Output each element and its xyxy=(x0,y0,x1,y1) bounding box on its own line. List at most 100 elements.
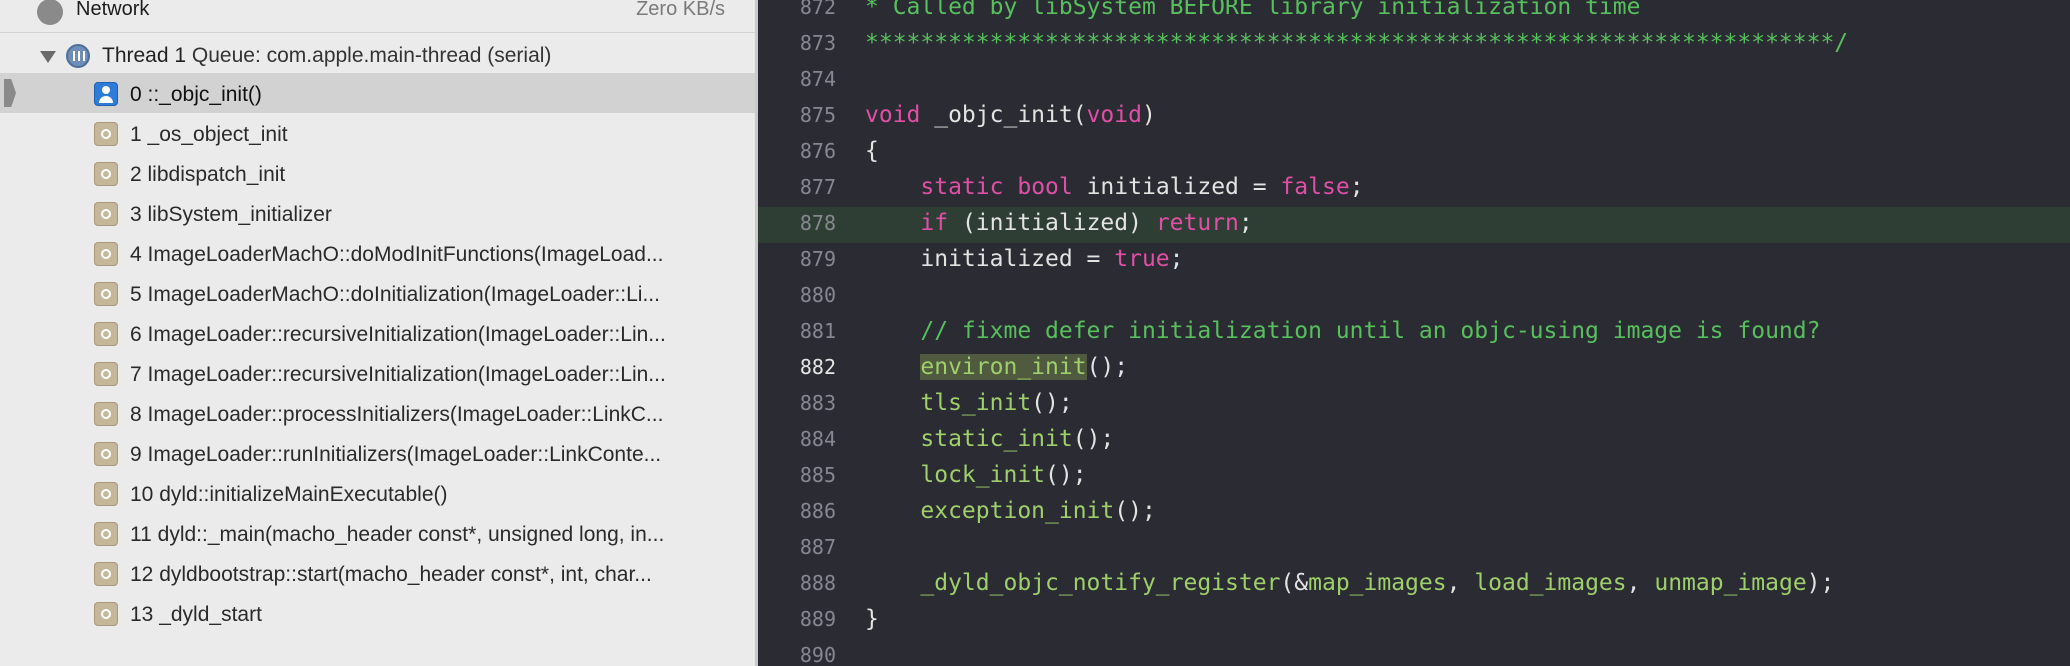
line-number: 885 xyxy=(799,463,836,487)
code-line: 888 _dyld_objc_notify_register(&map_imag… xyxy=(758,567,2070,603)
keyword-token: void xyxy=(865,102,921,128)
code-line: 872 * Called by libSystem BEFORE library… xyxy=(758,0,2070,27)
stack-frame-13[interactable]: 13 _dyld_start xyxy=(0,593,755,633)
gear-icon xyxy=(94,242,118,266)
thread-name: Thread 1 xyxy=(102,44,187,67)
code-token: (& xyxy=(1280,570,1309,596)
stack-frame-label: 8 ImageLoader::processInitializers(Image… xyxy=(130,403,664,426)
stack-frame-label: 0 ::_objc_init() xyxy=(130,83,262,106)
stack-frame-label: 12 dyldbootstrap::start(macho_header con… xyxy=(130,563,652,586)
line-number: 884 xyxy=(799,427,836,451)
code-line: 883 tls_init(); xyxy=(758,387,2070,423)
code-token: (initialized) xyxy=(948,210,1156,236)
disclosure-triangle-icon[interactable] xyxy=(40,51,56,63)
function-token: map_images xyxy=(1308,570,1447,596)
stack-frame-5[interactable]: 5 ImageLoaderMachO::doInitialization(Ima… xyxy=(0,273,755,313)
line-number: 872 xyxy=(799,0,836,19)
stack-frame-7[interactable]: 7 ImageLoader::recursiveInitialization(I… xyxy=(0,353,755,393)
thread-row[interactable]: Thread 1 Queue: com.apple.main-thread (s… xyxy=(0,40,755,72)
code-token: ; xyxy=(1169,246,1184,272)
line-number: 882 xyxy=(799,355,836,379)
code-token: initialized = xyxy=(1072,174,1281,200)
line-number: 888 xyxy=(799,571,836,595)
code-text: exception_init(); xyxy=(865,498,1156,524)
stack-frame-3[interactable]: 3 libSystem_initializer xyxy=(0,193,755,233)
gear-icon xyxy=(94,202,118,226)
keyword-token: static xyxy=(920,174,1004,200)
gear-icon xyxy=(94,602,118,626)
network-label: Network xyxy=(76,0,150,20)
function-token: lock_init xyxy=(920,462,1046,488)
stack-frame-9[interactable]: 9 ImageLoader::runInitializers(ImageLoad… xyxy=(0,433,755,473)
stack-frame-12[interactable]: 12 dyldbootstrap::start(macho_header con… xyxy=(0,553,755,593)
gear-icon xyxy=(94,322,118,346)
function-token: exception_init xyxy=(920,498,1115,524)
highlighted-code-line: 878 if (initialized) return; xyxy=(758,207,2070,243)
stack-frame-8[interactable]: 8 ImageLoader::processInitializers(Image… xyxy=(0,393,755,433)
gear-icon xyxy=(94,562,118,586)
function-token: unmap_image xyxy=(1654,570,1807,596)
stack-frame-6[interactable]: 6 ImageLoader::recursiveInitialization(I… xyxy=(0,313,755,353)
function-token: _dyld_objc_notify_register xyxy=(920,570,1281,596)
code-line: 880 xyxy=(758,279,2070,315)
stack-frame-label: 2 libdispatch_init xyxy=(130,163,286,186)
code-text: _dyld_objc_notify_register(&map_images, … xyxy=(865,570,1834,596)
line-number: 881 xyxy=(799,319,836,343)
code-comment: * Called by libSystem BEFORE library ini… xyxy=(865,0,1641,20)
code-token: , xyxy=(1626,570,1655,596)
code-text: void _objc_init(void) xyxy=(865,102,1156,128)
function-token: static_init xyxy=(920,426,1073,452)
code-token: (); xyxy=(1031,390,1073,416)
code-line: 886 exception_init(); xyxy=(758,495,2070,531)
code-comment: ****************************************… xyxy=(865,30,1849,56)
gear-icon xyxy=(94,122,118,146)
stack-frame-label: 6 ImageLoader::recursiveInitialization(I… xyxy=(130,323,666,346)
code-line: 873 ************************************… xyxy=(758,27,2070,63)
stack-frame-1[interactable]: 1 _os_object_init xyxy=(0,113,755,153)
gear-icon xyxy=(94,162,118,186)
code-text: static bool initialized = false; xyxy=(865,174,1364,200)
keyword-token: void xyxy=(1086,102,1142,128)
line-number: 879 xyxy=(799,247,836,271)
stack-frame-10[interactable]: 10 dyld::initializeMainExecutable() xyxy=(0,473,755,513)
network-value: Zero KB/s xyxy=(636,0,725,20)
stack-frame-11[interactable]: 11 dyld::_main(macho_header const*, unsi… xyxy=(0,513,755,553)
code-line: 879 initialized = true; xyxy=(758,243,2070,279)
current-frame-arrow-icon xyxy=(4,79,16,107)
code-text: environ_init(); xyxy=(865,354,1128,380)
stack-frame-label: 11 dyld::_main(macho_header const*, unsi… xyxy=(130,523,665,546)
code-token: _objc_init( xyxy=(920,102,1087,128)
code-line: 890 xyxy=(758,639,2070,666)
code-text: tls_init(); xyxy=(865,390,1073,416)
stack-frame-label: 4 ImageLoaderMachO::doModInitFunctions(I… xyxy=(130,243,664,266)
code-comment: // fixme defer initialization until an o… xyxy=(920,318,1821,344)
code-text: if (initialized) return; xyxy=(865,210,1252,236)
code-line: 887 xyxy=(758,531,2070,567)
gear-icon xyxy=(94,282,118,306)
code-text: // fixme defer initialization until an o… xyxy=(865,318,1820,344)
line-number: 889 xyxy=(799,607,836,631)
code-line: 885 lock_init(); xyxy=(758,459,2070,495)
stack-frame-0[interactable]: 0 ::_objc_init() xyxy=(0,73,755,113)
code-text: } xyxy=(865,606,879,632)
keyword-token: if xyxy=(920,210,949,236)
stack-frame-label: 7 ImageLoader::recursiveInitialization(I… xyxy=(130,363,666,386)
gear-icon xyxy=(94,402,118,426)
keyword-token: bool xyxy=(1017,174,1073,200)
stack-frame-4[interactable]: 4 ImageLoaderMachO::doModInitFunctions(I… xyxy=(0,233,755,273)
stack-frame-label: 9 ImageLoader::runInitializers(ImageLoad… xyxy=(130,443,662,466)
code-text: { xyxy=(865,138,879,164)
stack-frame-2[interactable]: 2 libdispatch_init xyxy=(0,153,755,193)
code-token: (); xyxy=(1114,498,1156,524)
code-token: (); xyxy=(1045,462,1087,488)
code-token: ; xyxy=(1349,174,1364,200)
source-editor[interactable]: 872 * Called by libSystem BEFORE library… xyxy=(758,0,2070,666)
network-gauge-row[interactable]: Network Zero KB/s xyxy=(0,0,755,33)
